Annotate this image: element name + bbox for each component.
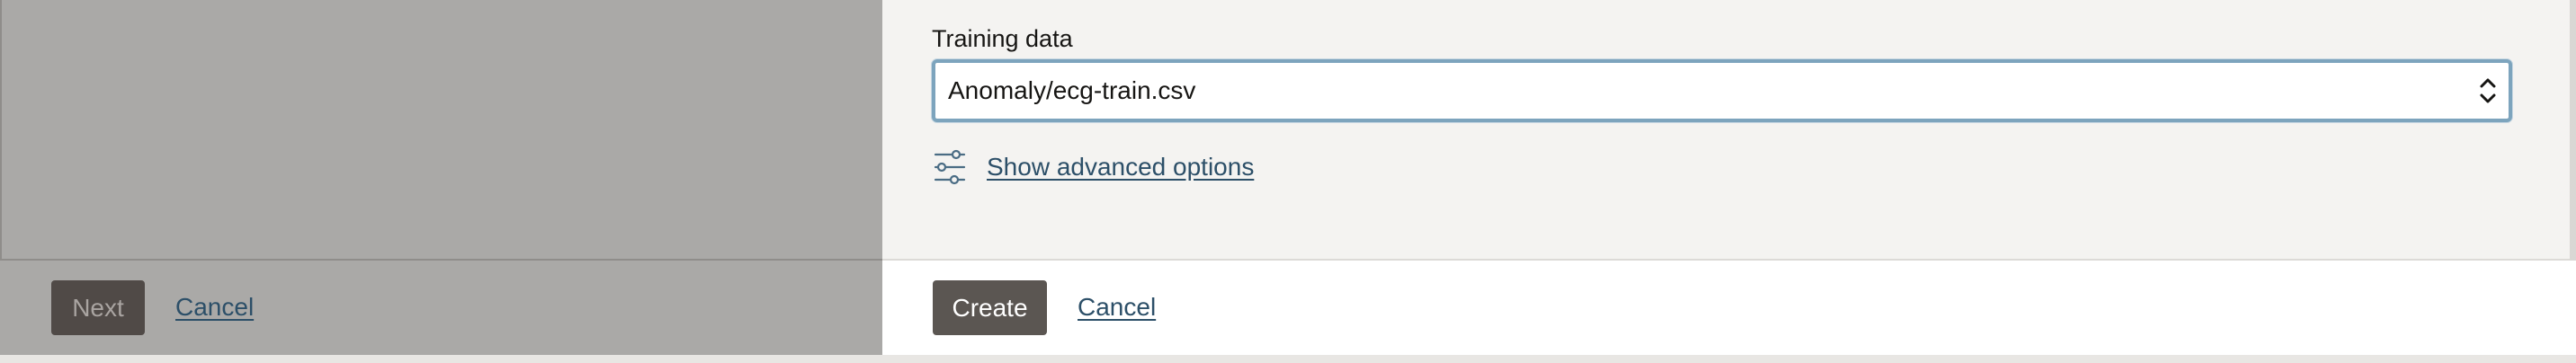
create-button[interactable]: Create bbox=[933, 280, 1047, 335]
training-data-selected-value: Anomaly/ecg-train.csv bbox=[948, 76, 1196, 104]
show-advanced-options-link[interactable]: Show advanced options bbox=[987, 151, 1254, 183]
create-cancel-link[interactable]: Cancel bbox=[1078, 291, 1156, 323]
create-panel-body bbox=[882, 0, 2570, 261]
app-root: Next Cancel Training data Anomaly/ecg-tr… bbox=[0, 0, 2576, 363]
next-button[interactable]: Next bbox=[51, 280, 145, 335]
panel-scrollbar[interactable] bbox=[2570, 0, 2576, 261]
wizard-cancel-link[interactable]: Cancel bbox=[175, 291, 254, 323]
chevron-up-down-icon bbox=[2480, 78, 2496, 103]
bottom-edge bbox=[0, 355, 2576, 363]
training-data-select[interactable]: Anomaly/ecg-train.csv bbox=[932, 59, 2512, 122]
sliders-icon bbox=[934, 149, 966, 185]
training-data-label: Training data bbox=[932, 25, 1073, 52]
